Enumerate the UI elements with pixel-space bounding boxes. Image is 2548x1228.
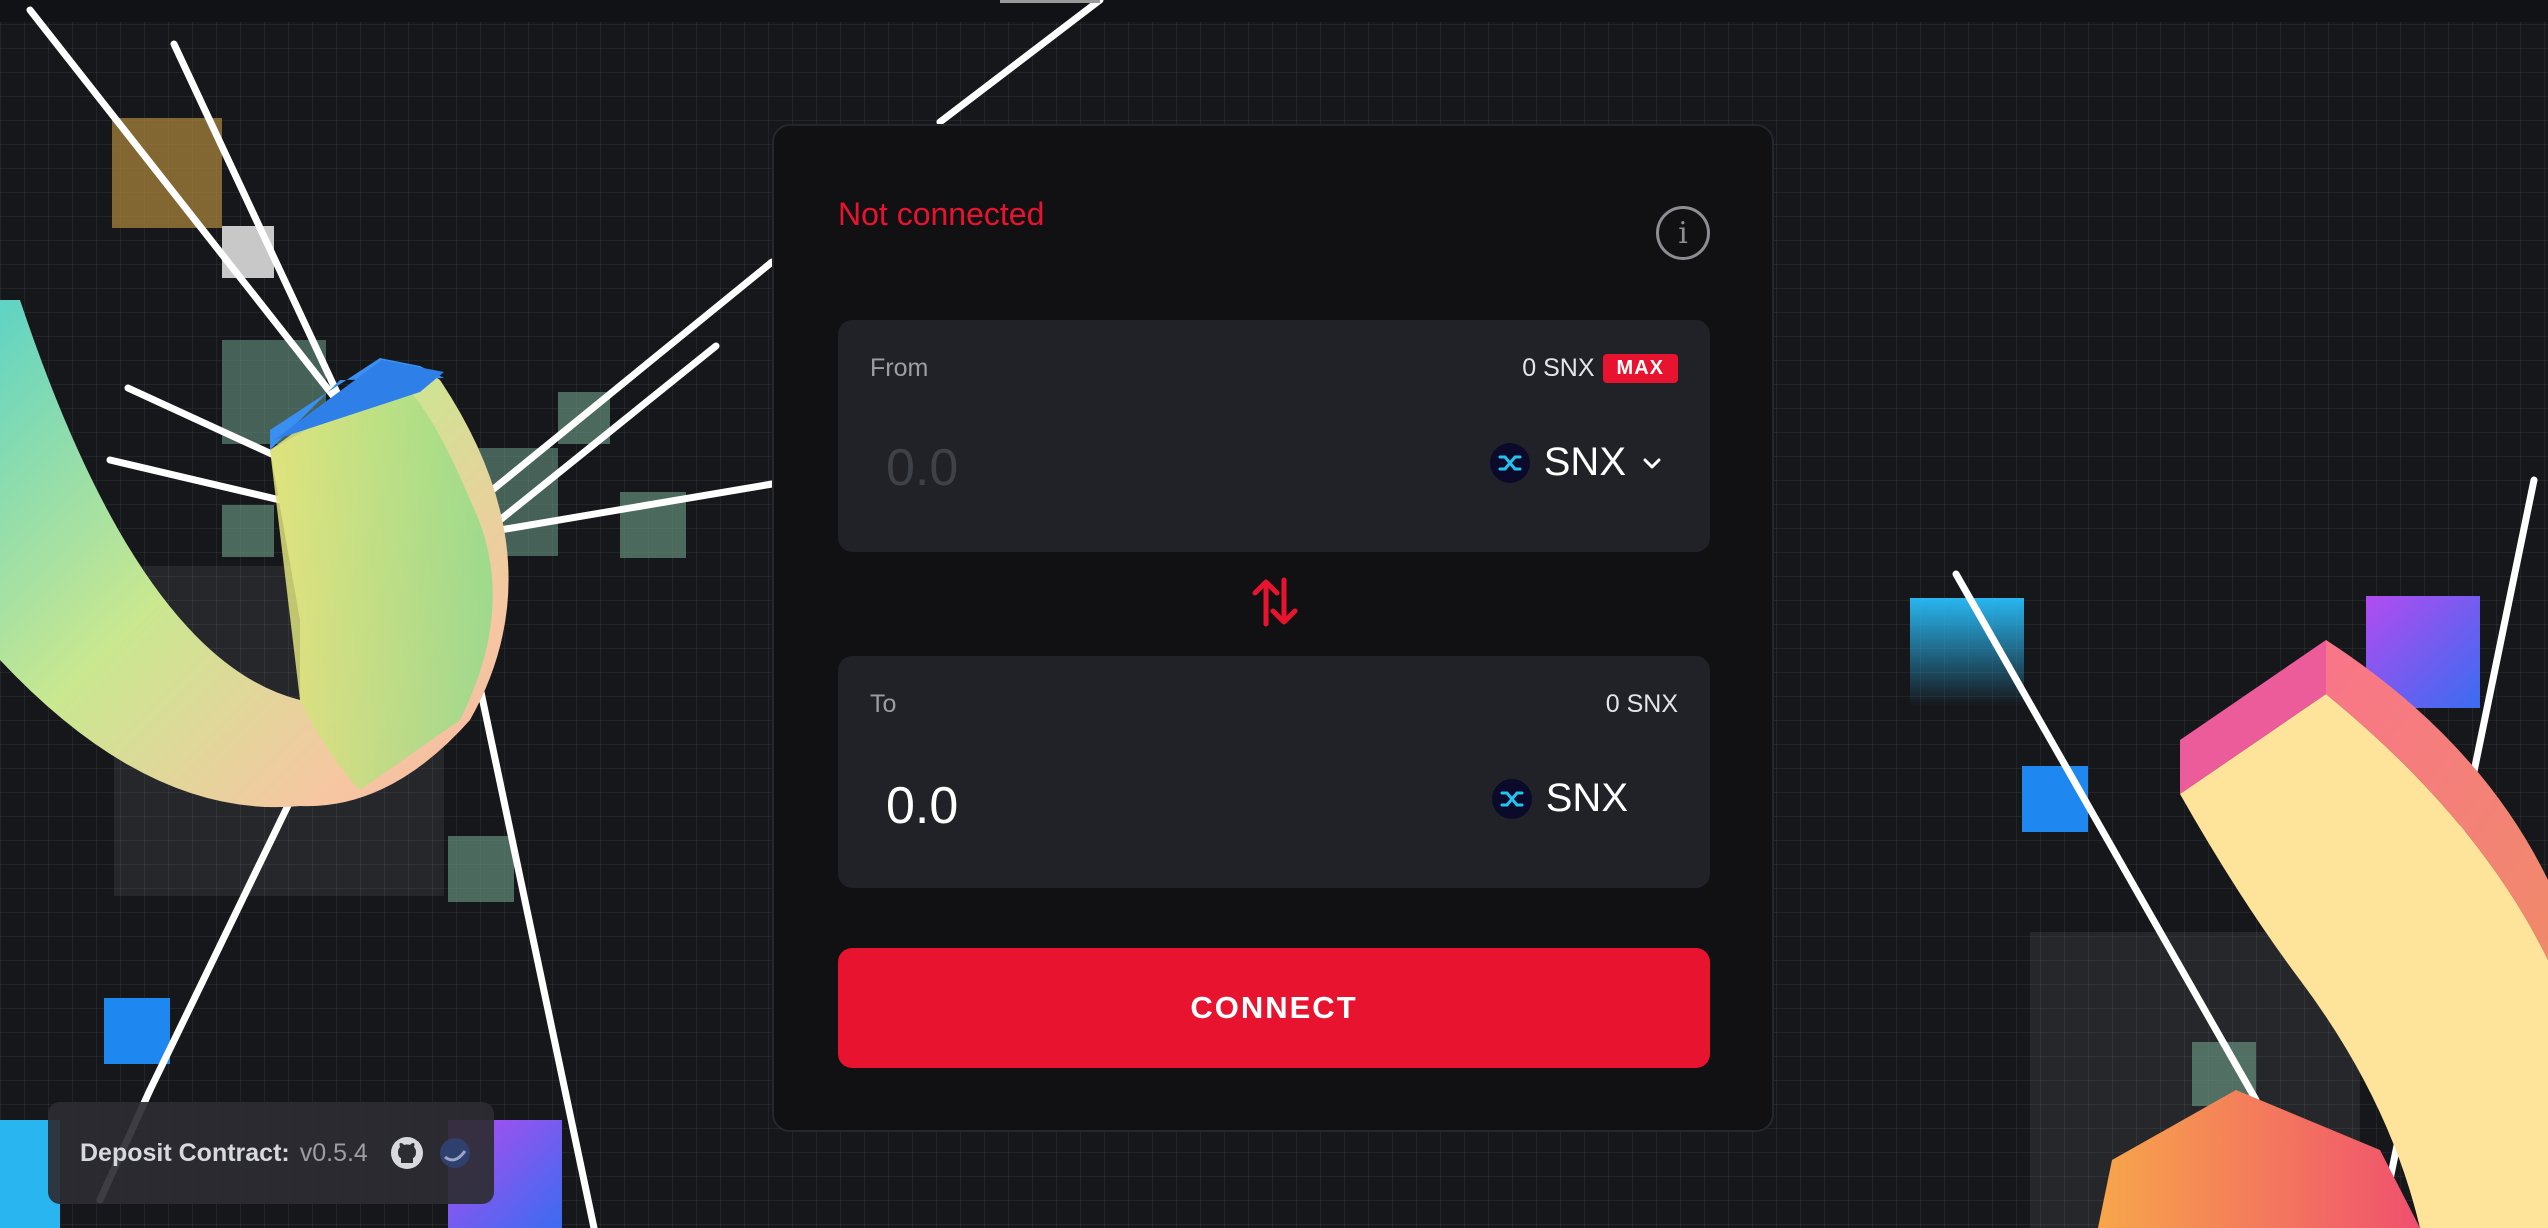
synthetix-icon — [1489, 442, 1530, 483]
to-balance-row: 0 SNX — [1606, 690, 1678, 719]
chevron-down-icon — [1640, 440, 1664, 485]
to-panel: To 0 SNX 0.0 SNX — [838, 656, 1710, 888]
to-token-label: SNX — [1545, 776, 1628, 820]
swap-arrows-icon — [1252, 577, 1298, 627]
to-token: SNX — [1491, 776, 1628, 821]
to-amount: 0.0 — [886, 777, 959, 835]
connection-status: Not connected — [838, 196, 1045, 232]
deposit-contract-footer: Deposit Contract: v0.5.4 — [48, 1102, 494, 1204]
synthetix-icon — [1491, 778, 1532, 819]
to-label: To — [870, 690, 897, 718]
from-token-selector[interactable]: SNX — [1489, 440, 1664, 485]
contract-version: v0.5.4 — [299, 1138, 368, 1167]
swap-direction-button[interactable] — [1250, 574, 1300, 630]
info-icon[interactable]: i — [1656, 206, 1710, 260]
from-balance-row: 0 SNX MAX — [1522, 354, 1678, 383]
max-button[interactable]: MAX — [1602, 354, 1678, 383]
from-token-label: SNX — [1543, 440, 1626, 484]
explorer-icon[interactable] — [436, 1134, 474, 1172]
to-balance: 0 SNX — [1605, 690, 1678, 718]
connect-button[interactable]: CONNECT — [838, 948, 1710, 1068]
bridge-card: Not connected i From 0 SNX MAX SNX To 0 … — [772, 124, 1774, 1132]
from-label: From — [870, 354, 929, 382]
from-panel: From 0 SNX MAX SNX — [838, 320, 1710, 552]
footer-label: Deposit Contract: — [80, 1138, 290, 1167]
from-amount-input[interactable] — [886, 438, 1306, 498]
from-balance: 0 SNX — [1522, 354, 1595, 382]
github-icon[interactable] — [388, 1134, 426, 1172]
